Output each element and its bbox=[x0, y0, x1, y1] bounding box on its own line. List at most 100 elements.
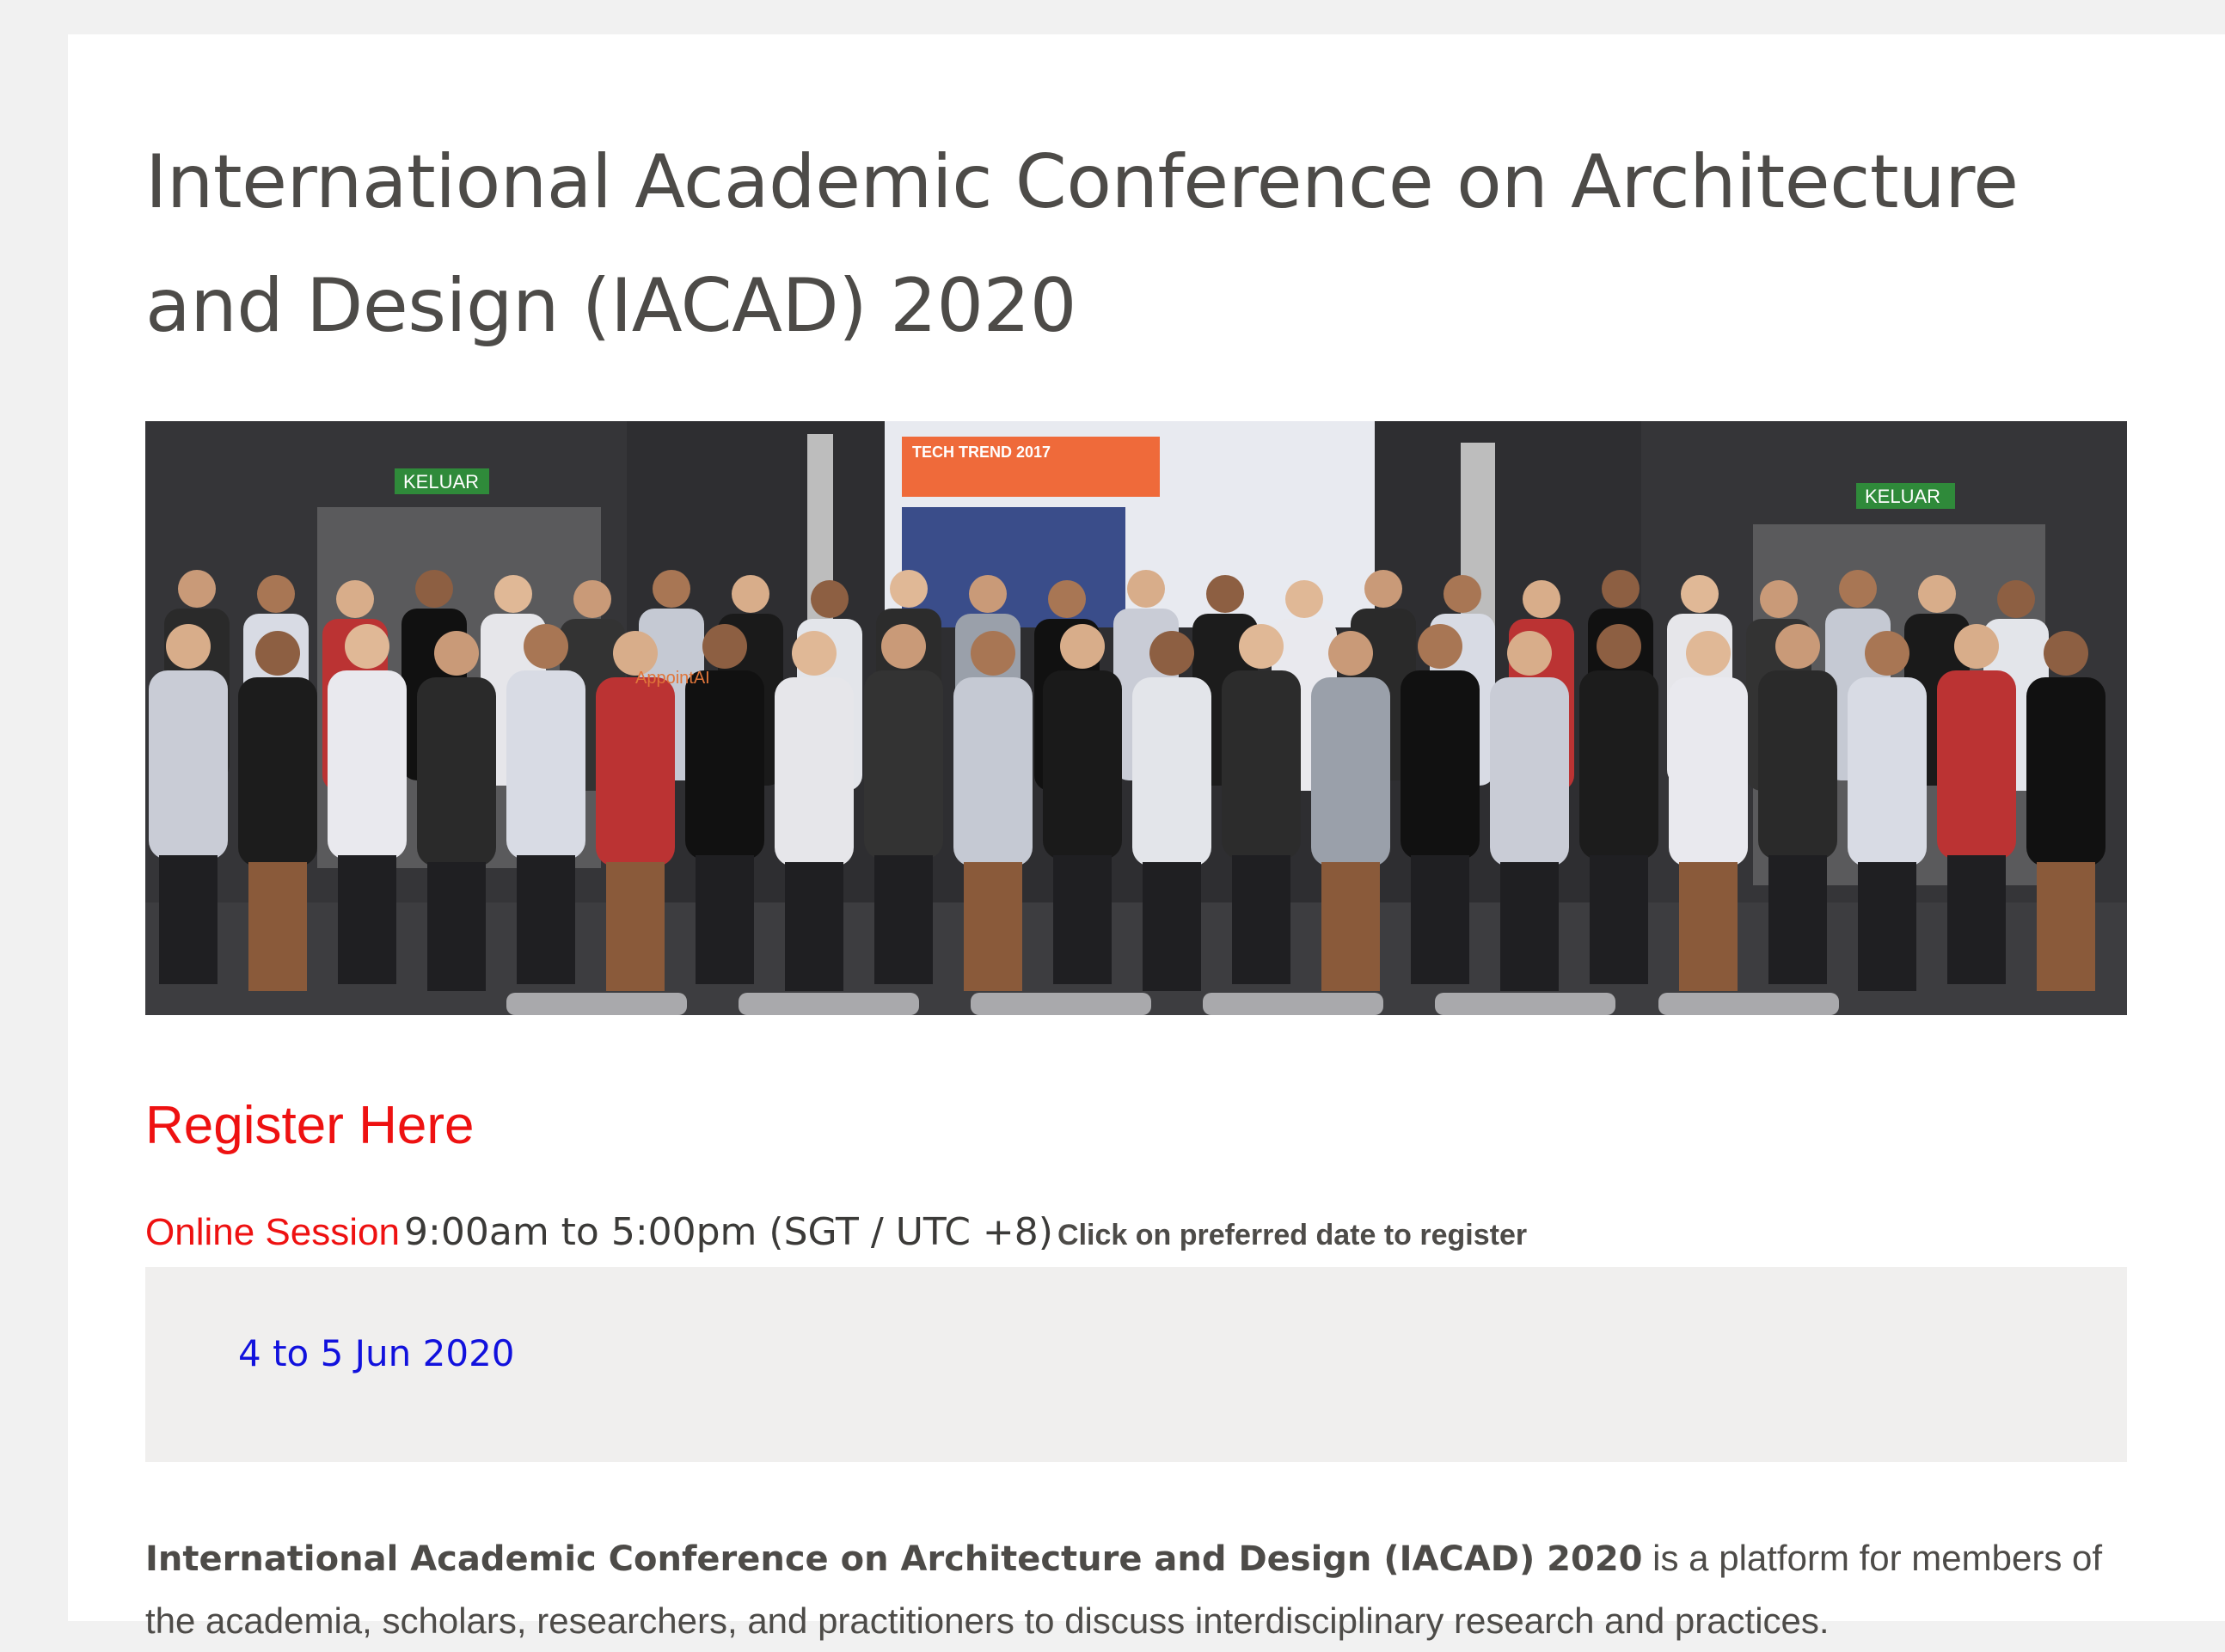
photo-person-head bbox=[1048, 580, 1086, 618]
photo-person-head bbox=[1418, 624, 1462, 669]
photo-person-legs bbox=[159, 855, 218, 984]
photo-person-head bbox=[1686, 631, 1731, 676]
photo-person-head bbox=[890, 570, 928, 608]
photo-person-body bbox=[1490, 677, 1569, 866]
photo-person-body bbox=[864, 670, 943, 860]
register-here-link[interactable]: Register Here bbox=[145, 1095, 474, 1156]
photo-person-body bbox=[1669, 677, 1748, 866]
photo-person-body bbox=[1311, 677, 1390, 866]
photo-person-head bbox=[1364, 570, 1402, 608]
photo-person-head bbox=[1285, 580, 1323, 618]
exit-sign-left-text: KELUAR bbox=[403, 471, 479, 493]
photo-person-body bbox=[328, 670, 407, 860]
photo-person-head bbox=[653, 570, 690, 608]
photo-person-legs bbox=[1053, 855, 1112, 984]
photo-person-body bbox=[149, 670, 228, 860]
photo-person-body bbox=[1758, 670, 1837, 860]
photo-person-body bbox=[1579, 670, 1658, 860]
photo-person-legs bbox=[1679, 862, 1738, 991]
photo-person-head bbox=[1149, 631, 1194, 676]
conference-description: International Academic Conference on Arc… bbox=[145, 1527, 2127, 1652]
photo-person-head bbox=[969, 575, 1007, 613]
photo-person-head bbox=[255, 631, 300, 676]
photo-person-legs bbox=[427, 862, 486, 991]
photo-person-legs bbox=[1321, 862, 1380, 991]
photo-person-head bbox=[1443, 575, 1481, 613]
photo-person-head bbox=[732, 575, 769, 613]
photo-person-head bbox=[1997, 580, 2035, 618]
photo-person-body bbox=[775, 677, 854, 866]
photo-person-legs bbox=[785, 862, 843, 991]
photo-person-legs bbox=[1858, 862, 1916, 991]
photo-person-legs bbox=[1947, 855, 2006, 984]
photo-person-head bbox=[1507, 631, 1552, 676]
session-info: Online Session 9:00am to 5:00pm (SGT / U… bbox=[145, 1210, 1527, 1254]
photo-person-head bbox=[1954, 624, 1999, 669]
photo-person-head bbox=[1602, 570, 1640, 608]
photo-person-legs bbox=[1768, 855, 1827, 984]
photo-person-body bbox=[685, 670, 764, 860]
photo-person-head bbox=[524, 624, 568, 669]
photo-person-head bbox=[336, 580, 374, 618]
session-hint: Click on preferred date to register bbox=[1057, 1219, 1528, 1251]
photo-person-head bbox=[811, 580, 849, 618]
session-label: Online Session bbox=[145, 1211, 400, 1253]
photo-person-body bbox=[1937, 670, 2016, 860]
photo-person-legs bbox=[874, 855, 933, 984]
photo-person-head bbox=[971, 631, 1015, 676]
photo-person-legs bbox=[964, 862, 1022, 991]
photo-person-head bbox=[1328, 631, 1373, 676]
photo-person-body bbox=[238, 677, 317, 866]
photo-person-head bbox=[1760, 580, 1798, 618]
description-conference-name: International Academic Conference on Arc… bbox=[145, 1539, 1643, 1579]
photo-person-head bbox=[1918, 575, 1956, 613]
photo-person-legs bbox=[517, 855, 575, 984]
photo-person-body bbox=[417, 677, 496, 866]
photo-person-head bbox=[1597, 624, 1641, 669]
projector-image bbox=[902, 507, 1125, 627]
page-title: International Academic Conference on Arc… bbox=[145, 139, 2019, 349]
photo-person-head bbox=[573, 580, 611, 618]
photo-person-legs bbox=[248, 862, 307, 991]
photo-person-body bbox=[506, 670, 585, 860]
photo-person-head bbox=[1523, 580, 1560, 618]
photo-person-head bbox=[1239, 624, 1284, 669]
photo-person-head bbox=[1865, 631, 1909, 676]
photo-person-body bbox=[1848, 677, 1927, 866]
photo-person-body bbox=[2026, 677, 2105, 866]
photo-person-head bbox=[434, 631, 479, 676]
page-container: International Academic Conference on Arc… bbox=[68, 34, 2225, 1641]
photo-person-head bbox=[1206, 575, 1244, 613]
photo-person-body bbox=[953, 677, 1033, 866]
photo-person-legs bbox=[1232, 855, 1290, 984]
session-time: 9:00am to 5:00pm (SGT / UTC +8) bbox=[404, 1210, 1053, 1254]
projector-title-text: TECH TREND 2017 bbox=[912, 444, 1051, 461]
date-link-4-5-jun-2020[interactable]: 4 to 5 Jun 2020 bbox=[238, 1332, 515, 1374]
photo-person-head bbox=[415, 570, 453, 608]
photo-person-legs bbox=[338, 855, 396, 984]
photo-person-head bbox=[1839, 570, 1877, 608]
photo-person-legs bbox=[2037, 862, 2095, 991]
photo-person-head bbox=[345, 624, 389, 669]
photo-person-legs bbox=[696, 855, 754, 984]
photo-person-head bbox=[1060, 624, 1105, 669]
photo-shirt-text: AppointAI bbox=[635, 669, 710, 688]
photo-person-head bbox=[257, 575, 295, 613]
photo-person-head bbox=[178, 570, 216, 608]
photo-person-head bbox=[1775, 624, 1820, 669]
date-selection-box: 4 to 5 Jun 2020 bbox=[145, 1267, 2127, 1462]
photo-person-head bbox=[1681, 575, 1719, 613]
photo-person-head bbox=[1127, 570, 1165, 608]
photo-person-head bbox=[792, 631, 837, 676]
photo-person-legs bbox=[1590, 855, 1648, 984]
photo-person-body bbox=[1222, 670, 1301, 860]
exit-sign-right-text: KELUAR bbox=[1865, 486, 1940, 507]
photo-person-legs bbox=[1143, 862, 1201, 991]
photo-person-body bbox=[1043, 670, 1122, 860]
photo-person-body bbox=[596, 677, 675, 866]
photo-person-head bbox=[166, 624, 211, 669]
photo-person-head bbox=[2044, 631, 2088, 676]
photo-person-head bbox=[881, 624, 926, 669]
photo-person-legs bbox=[606, 862, 665, 991]
photo-person-head bbox=[494, 575, 532, 613]
